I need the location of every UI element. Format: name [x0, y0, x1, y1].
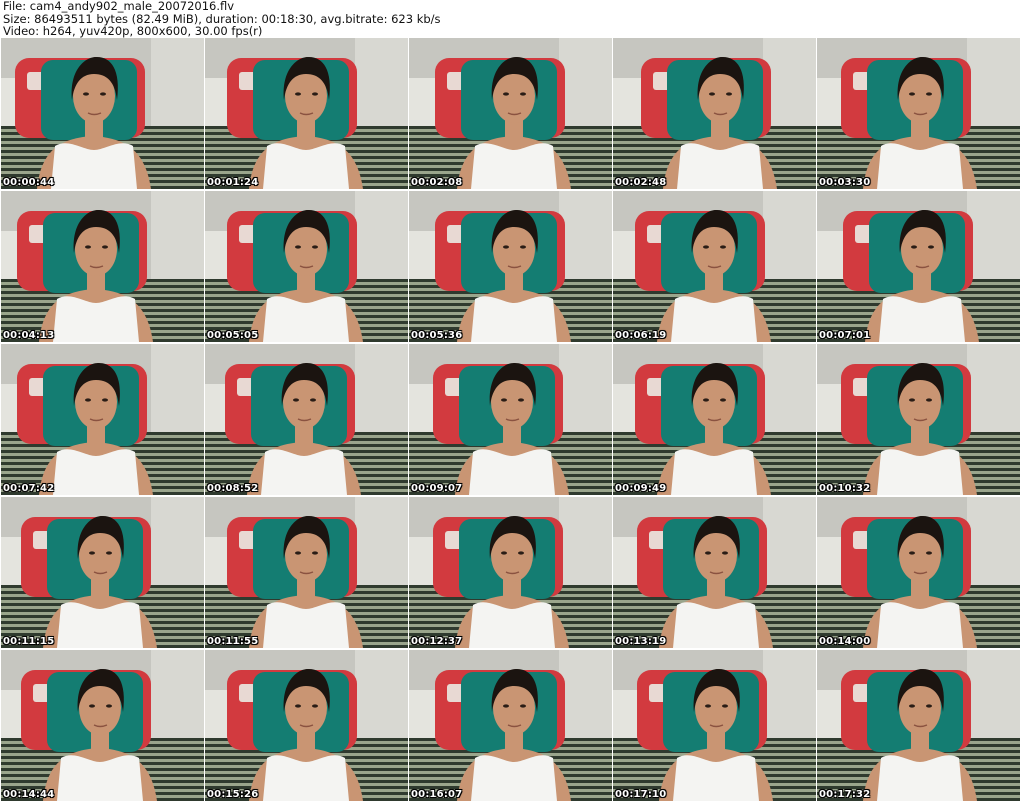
timestamp-label: 00:07:01: [819, 330, 871, 341]
video-thumbnail: 00:06:19: [613, 191, 816, 342]
video-thumbnail: 00:13:19: [613, 497, 816, 648]
timestamp-label: 00:10:32: [819, 483, 871, 494]
sheet-header: File: cam4_andy902_male_20072016.flv Siz…: [0, 0, 1024, 38]
video-thumbnail: 00:17:10: [613, 650, 816, 801]
thumbnail-grid: 00:00:44 00:01:24 00:02:08 00:02:48 00:0…: [1, 38, 1020, 801]
webcam-frame-image: [1, 650, 204, 801]
webcam-frame-image: [409, 650, 612, 801]
video-thumbnail: 00:10:32: [817, 344, 1020, 495]
video-thumbnail: 00:05:05: [205, 191, 408, 342]
timestamp-label: 00:02:48: [615, 177, 667, 188]
video-thumbnail: 00:12:37: [409, 497, 612, 648]
video-thumbnail: 00:07:01: [817, 191, 1020, 342]
webcam-frame-image: [205, 191, 408, 342]
webcam-frame-image: [613, 344, 816, 495]
webcam-frame-image: [205, 650, 408, 801]
video-thumbnail: 00:09:49: [613, 344, 816, 495]
video-info-line: Video: h264, yuv420p, 800x600, 30.00 fps…: [3, 24, 263, 38]
timestamp-label: 00:16:07: [411, 789, 463, 800]
webcam-frame-image: [1, 344, 204, 495]
timestamp-label: 00:05:36: [411, 330, 463, 341]
video-thumbnail: 00:11:55: [205, 497, 408, 648]
video-thumbnail: 00:17:32: [817, 650, 1020, 801]
webcam-frame-image: [613, 191, 816, 342]
video-thumbnail: 00:09:07: [409, 344, 612, 495]
webcam-frame-image: [205, 344, 408, 495]
timestamp-label: 00:12:37: [411, 636, 463, 647]
timestamp-label: 00:09:49: [615, 483, 667, 494]
timestamp-label: 00:11:15: [3, 636, 55, 647]
timestamp-label: 00:00:44: [3, 177, 55, 188]
video-thumbnail: 00:14:44: [1, 650, 204, 801]
timestamp-label: 00:08:52: [207, 483, 259, 494]
webcam-frame-image: [613, 650, 816, 801]
webcam-frame-image: [1, 38, 204, 189]
webcam-frame-image: [409, 38, 612, 189]
webcam-frame-image: [817, 191, 1020, 342]
webcam-frame-image: [817, 344, 1020, 495]
webcam-frame-image: [1, 191, 204, 342]
webcam-frame-image: [613, 38, 816, 189]
video-thumbnail: 00:02:48: [613, 38, 816, 189]
timestamp-label: 00:11:55: [207, 636, 259, 647]
timestamp-label: 00:13:19: [615, 636, 667, 647]
webcam-frame-image: [205, 497, 408, 648]
timestamp-label: 00:09:07: [411, 483, 463, 494]
timestamp-label: 00:04:13: [3, 330, 55, 341]
file-name-line: File: cam4_andy902_male_20072016.flv: [3, 0, 235, 13]
timestamp-label: 00:17:32: [819, 789, 871, 800]
video-thumbnail: 00:11:15: [1, 497, 204, 648]
timestamp-label: 00:03:30: [819, 177, 871, 188]
webcam-frame-image: [409, 497, 612, 648]
video-thumbnail: 00:08:52: [205, 344, 408, 495]
timestamp-label: 00:06:19: [615, 330, 667, 341]
timestamp-label: 00:02:08: [411, 177, 463, 188]
webcam-frame-image: [409, 344, 612, 495]
video-thumbnail: 00:03:30: [817, 38, 1020, 189]
webcam-frame-image: [409, 191, 612, 342]
webcam-frame-image: [205, 38, 408, 189]
video-thumbnail: 00:02:08: [409, 38, 612, 189]
timestamp-label: 00:14:44: [3, 789, 55, 800]
video-thumbnail: 00:01:24: [205, 38, 408, 189]
video-thumbnail: 00:14:00: [817, 497, 1020, 648]
timestamp-label: 00:01:24: [207, 177, 259, 188]
video-thumbnail: 00:05:36: [409, 191, 612, 342]
webcam-frame-image: [817, 650, 1020, 801]
webcam-frame-image: [817, 497, 1020, 648]
video-thumbnail: 00:15:26: [205, 650, 408, 801]
video-thumbnail: 00:00:44: [1, 38, 204, 189]
timestamp-label: 00:07:42: [3, 483, 55, 494]
timestamp-label: 00:14:00: [819, 636, 871, 647]
video-thumbnail: 00:04:13: [1, 191, 204, 342]
webcam-frame-image: [613, 497, 816, 648]
timestamp-label: 00:05:05: [207, 330, 259, 341]
webcam-frame-image: [1, 497, 204, 648]
timestamp-label: 00:17:10: [615, 789, 667, 800]
video-thumbnail: 00:07:42: [1, 344, 204, 495]
webcam-frame-image: [817, 38, 1020, 189]
video-thumbnail: 00:16:07: [409, 650, 612, 801]
timestamp-label: 00:15:26: [207, 789, 259, 800]
